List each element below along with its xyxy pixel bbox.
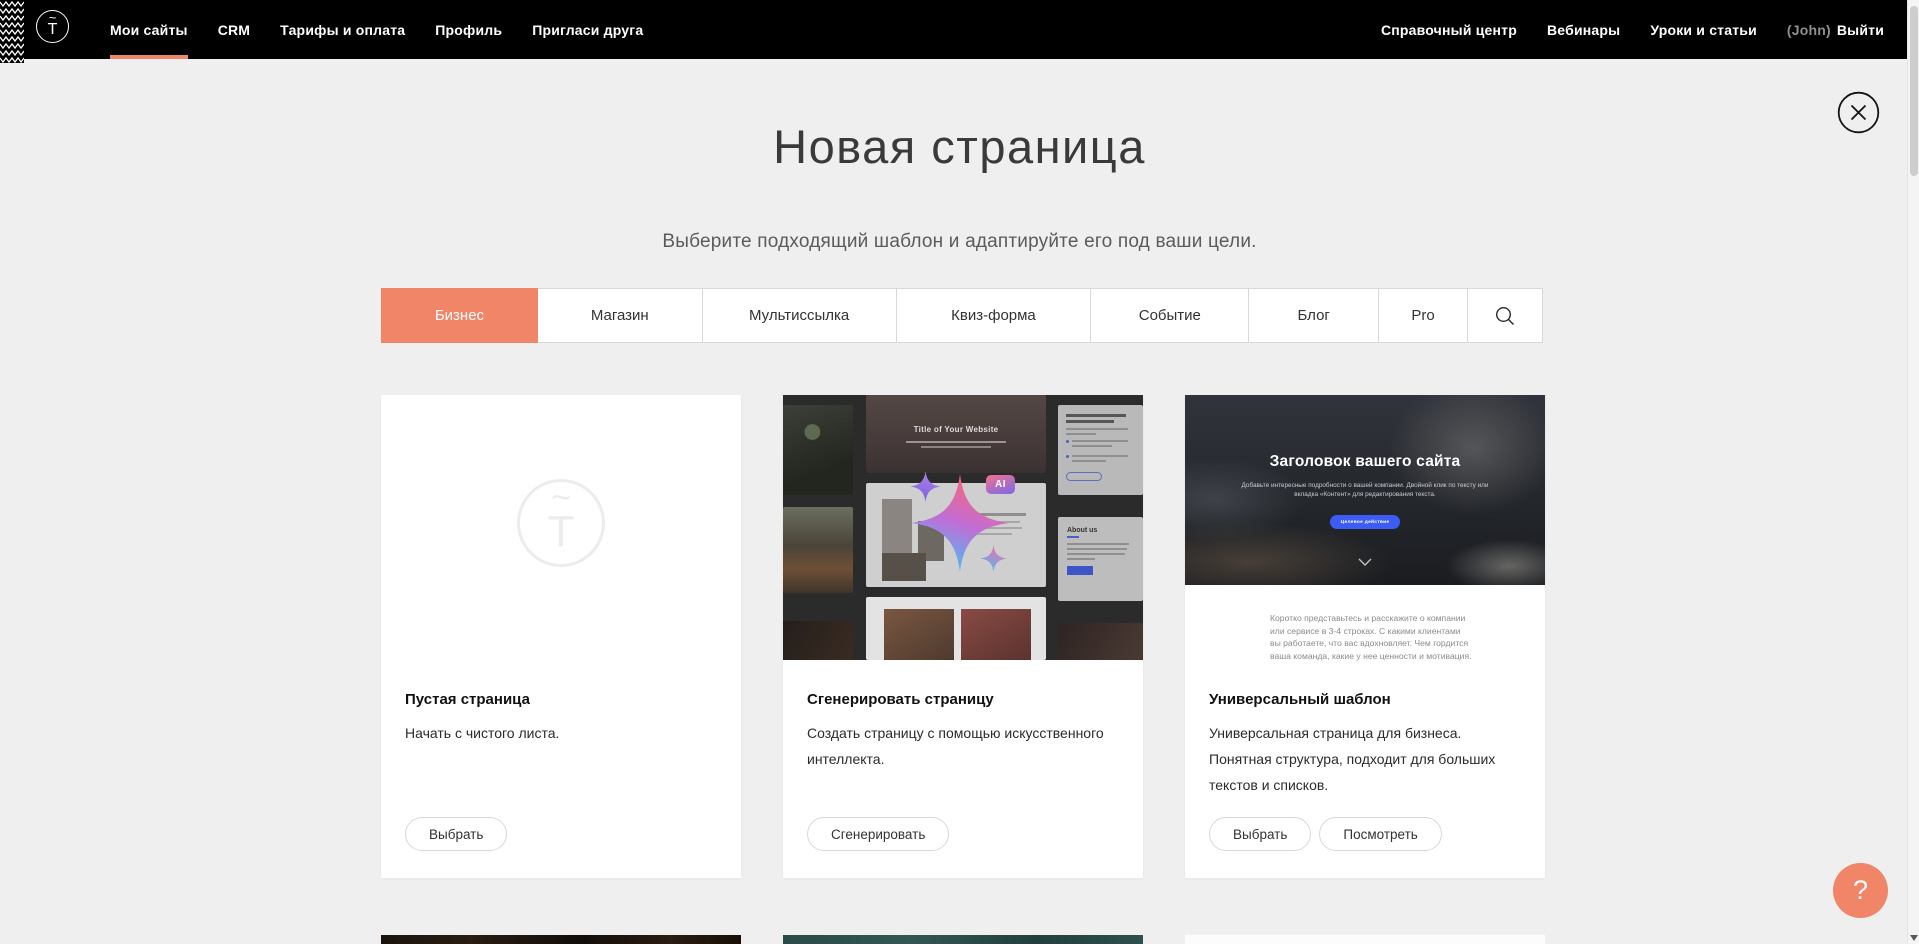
ai-badge: AI <box>986 475 1015 494</box>
tab-store[interactable]: Магазин <box>538 289 703 342</box>
mock-text-bar <box>906 441 1006 443</box>
collage-about-tile: About us <box>1058 517 1143 601</box>
collage-photo-tile <box>1058 623 1143 660</box>
preview-cta-button: Целевое действие <box>1330 515 1400 529</box>
preview-hero-section: Заголовок вашего сайта Добавьте интересн… <box>1185 395 1545 585</box>
nav-tariffs[interactable]: Тарифы и оплата <box>280 0 405 59</box>
main-nav: Мои сайты CRM Тарифы и оплата Профиль Пр… <box>110 0 643 59</box>
collage-photo-tile <box>783 621 853 660</box>
nav-profile[interactable]: Профиль <box>435 0 502 59</box>
page-subtitle: Выберите подходящий шаблон и адаптируйте… <box>0 231 1919 253</box>
nav-lessons[interactable]: Уроки и статьи <box>1650 0 1757 59</box>
mock-site-title: Title of Your Website <box>866 425 1046 434</box>
blank-page-thumbnail[interactable]: ~ T <box>381 395 741 685</box>
vertical-scrollbar[interactable] <box>1907 0 1919 944</box>
tab-event[interactable]: Событие <box>1091 289 1249 342</box>
tab-blog[interactable]: Блог <box>1249 289 1379 342</box>
user-name: (John) <box>1787 22 1831 38</box>
collage-photo-tile <box>783 405 853 495</box>
ai-generate-thumbnail[interactable]: Title of Your Website About <box>783 395 1143 685</box>
card-title: Пустая страница <box>405 691 530 708</box>
help-button[interactable]: ? <box>1833 863 1888 918</box>
website-collage: Title of Your Website About <box>783 395 1143 660</box>
preview-hero-title: Заголовок вашего сайта <box>1185 453 1545 471</box>
template-card-universal[interactable]: Заголовок вашего сайта Добавьте интересн… <box>1185 395 1545 878</box>
nav-help-center[interactable]: Справочный центр <box>1381 0 1517 59</box>
nav-crm[interactable]: CRM <box>218 0 250 59</box>
tab-multilink[interactable]: Мультиссылка <box>703 289 897 342</box>
scrollbar-down-arrow-icon[interactable] <box>1910 935 1918 941</box>
template-card-ai-generate[interactable]: Title of Your Website About <box>783 395 1143 878</box>
template-card-partial[interactable] <box>783 935 1143 944</box>
template-card-partial[interactable] <box>381 935 741 944</box>
tab-business[interactable]: Бизнес <box>381 288 538 343</box>
collage-hero-tile: Title of Your Website <box>866 395 1046 473</box>
card-description: Универсальная страница для бизнеса. Поня… <box>1209 720 1521 798</box>
collage-gallery-tile <box>866 597 1046 660</box>
user-account: (John) Выйти <box>1787 0 1884 59</box>
preview-body-text: Коротко представьтесь и расскажите о ком… <box>1270 612 1472 662</box>
ai-sparkle-small-icon <box>980 545 1007 572</box>
card-title: Сгенерировать страницу <box>807 691 994 708</box>
tilda-logo-icon[interactable]: ~ T <box>36 10 69 43</box>
ai-sparkle-small-icon <box>910 471 941 502</box>
preview-hero-subtitle: Добавьте интересные подробности о вашей … <box>1240 481 1490 499</box>
watermark-letter: T <box>548 510 575 554</box>
universal-template-thumbnail[interactable]: Заголовок вашего сайта Добавьте интересн… <box>1185 395 1545 685</box>
nav-my-sites[interactable]: Мои сайты <box>110 0 188 59</box>
zigzag-decoration <box>0 0 24 63</box>
template-card-partial[interactable] <box>1185 935 1545 944</box>
collage-text-page-tile <box>1058 405 1143 495</box>
secondary-nav: Справочный центр Вебинары Уроки и статьи… <box>1381 0 1884 59</box>
preview-bottom-fade <box>1185 669 1545 685</box>
tilda-watermark-icon: ~ T <box>517 479 605 567</box>
tab-search[interactable] <box>1468 289 1542 342</box>
mock-about-title: About us <box>1067 527 1134 534</box>
chevron-down-icon <box>1358 558 1372 566</box>
tab-quiz-form[interactable]: Квиз-форма <box>897 289 1092 342</box>
top-header: ~ T Мои сайты CRM Тарифы и оплата Профил… <box>0 0 1919 59</box>
collage-bottom-fade <box>783 660 1143 685</box>
card-title: Универсальный шаблон <box>1209 691 1391 708</box>
page-title: Новая страница <box>0 119 1919 174</box>
logo-letter: T <box>48 22 58 38</box>
collage-photo-tile <box>783 507 853 593</box>
card-description: Создать страницу с помощью искусственног… <box>807 720 1119 772</box>
nav-webinars[interactable]: Вебинары <box>1547 0 1620 59</box>
logout-link[interactable]: Выйти <box>1837 22 1884 38</box>
preview-button[interactable]: Посмотреть <box>1319 817 1441 851</box>
card-description: Начать с чистого листа. <box>405 720 717 746</box>
scrollbar-thumb[interactable] <box>1910 6 1918 176</box>
nav-invite-friend[interactable]: Пригласи друга <box>532 0 643 59</box>
select-button[interactable]: Выбрать <box>405 817 507 851</box>
generate-button[interactable]: Сгенерировать <box>807 817 949 851</box>
mock-text-bar <box>921 446 991 448</box>
tab-pro[interactable]: Pro <box>1379 289 1468 342</box>
select-button[interactable]: Выбрать <box>1209 817 1311 851</box>
template-category-tabs: Бизнес Магазин Мультиссылка Квиз-форма С… <box>381 288 1543 343</box>
search-icon <box>1494 305 1516 327</box>
template-card-blank-page[interactable]: ~ T Пустая страница Начать с чистого лис… <box>381 395 741 878</box>
